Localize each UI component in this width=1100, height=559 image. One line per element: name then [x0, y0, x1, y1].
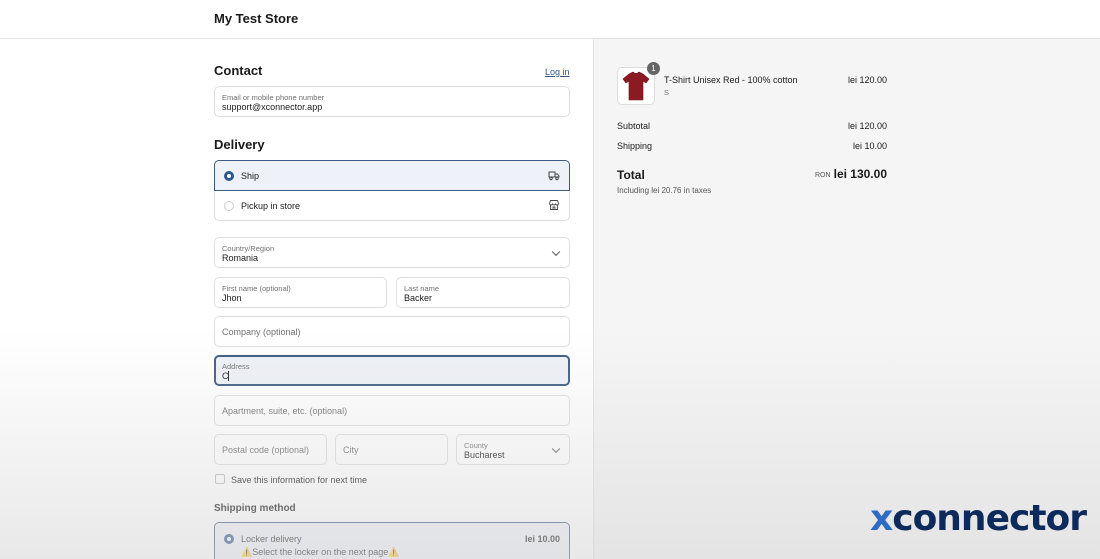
- shipping-method-title: Shipping method: [214, 503, 296, 514]
- postal-code-field[interactable]: Postal code (optional): [214, 434, 327, 465]
- currency-code: RON: [815, 172, 831, 179]
- county-select[interactable]: County Bucharest: [456, 434, 570, 465]
- postal-placeholder: Postal code (optional): [222, 444, 310, 455]
- first-name-value: Jhon: [222, 293, 242, 303]
- country-value: Romania: [222, 253, 259, 263]
- logo-x: x: [870, 498, 893, 539]
- email-field[interactable]: Email or mobile phone number support@xco…: [214, 86, 570, 117]
- city-field[interactable]: City: [335, 434, 448, 465]
- locker-note: ⚠️Select the locker on the next page⚠️: [241, 547, 400, 557]
- total-value: lei 130.00: [833, 167, 887, 181]
- email-value: support@xconnector.app: [222, 102, 323, 112]
- country-select[interactable]: Country/Region Romania: [214, 237, 570, 268]
- item-name: T-Shirt Unisex Red - 100% cotton: [664, 75, 798, 85]
- email-label: Email or mobile phone number: [222, 93, 325, 102]
- text-cursor: [228, 371, 229, 381]
- locker-radio[interactable]: [224, 534, 234, 544]
- subtotal-value: lei 120.00: [847, 121, 887, 131]
- ship-label: Ship: [241, 171, 260, 181]
- chevron-down-icon: [551, 444, 561, 453]
- order-summary-panel: [593, 39, 1100, 559]
- last-name-label: Last name: [404, 284, 440, 293]
- company-field[interactable]: Company (optional): [214, 316, 570, 347]
- item-price: lei 120.00: [847, 75, 887, 85]
- locker-delivery-option[interactable]: Locker delivery lei 10.00 ⚠️Select the l…: [214, 522, 570, 559]
- delivery-title: Delivery: [214, 137, 265, 152]
- taxes-note: Including lei 20.76 in taxes: [617, 186, 712, 195]
- last-name-value: Backer: [404, 293, 433, 303]
- address-label: Address: [222, 362, 250, 371]
- save-info-label: Save this information for next time: [231, 475, 368, 485]
- first-name-field[interactable]: First name (optional) Jhon: [214, 277, 387, 308]
- xconnector-logo: xconnector: [870, 498, 1087, 539]
- shipping-value: lei 10.00: [852, 141, 887, 151]
- header: My Test Store: [0, 0, 1100, 39]
- shipping-label: Shipping: [617, 141, 653, 151]
- login-link[interactable]: Log in: [545, 67, 570, 77]
- ship-option[interactable]: Ship: [214, 160, 570, 191]
- total-label: Total: [617, 168, 645, 182]
- contact-title: Contact: [214, 63, 263, 78]
- chevron-down-icon: [551, 247, 561, 256]
- county-value: Bucharest: [464, 450, 505, 460]
- truck-icon: [548, 171, 560, 181]
- apartment-placeholder: Apartment, suite, etc. (optional): [222, 405, 348, 416]
- country-label: Country/Region: [222, 244, 275, 253]
- company-placeholder: Company (optional): [222, 326, 301, 337]
- store-icon: [549, 200, 559, 210]
- locker-label: Locker delivery: [241, 534, 302, 544]
- address-field[interactable]: Address C: [214, 355, 570, 386]
- save-info-checkbox[interactable]: [215, 474, 225, 484]
- pickup-option[interactable]: Pickup in store: [214, 191, 570, 221]
- store-name[interactable]: My Test Store: [214, 11, 298, 26]
- city-placeholder: City: [343, 444, 359, 455]
- pickup-radio[interactable]: [224, 201, 234, 211]
- subtotal-label: Subtotal: [617, 121, 651, 131]
- pickup-label: Pickup in store: [241, 201, 301, 211]
- item-variant: S: [664, 88, 670, 97]
- logo-text: connector: [892, 498, 1087, 539]
- apartment-field[interactable]: Apartment, suite, etc. (optional): [214, 395, 570, 426]
- locker-price: lei 10.00: [524, 534, 560, 544]
- first-name-label: First name (optional): [222, 284, 291, 293]
- quantity-badge: 1: [647, 62, 660, 75]
- county-label: County: [464, 441, 488, 450]
- ship-radio[interactable]: [224, 171, 234, 181]
- last-name-field[interactable]: Last name Backer: [396, 277, 570, 308]
